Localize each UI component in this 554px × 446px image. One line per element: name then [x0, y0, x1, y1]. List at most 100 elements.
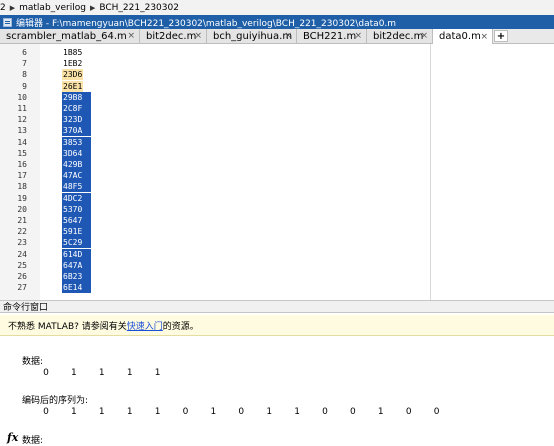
code-text[interactable]: 3D64	[62, 147, 91, 159]
code-line[interactable]: 10 29B8	[0, 91, 430, 103]
code-line[interactable]: 16 429B	[0, 159, 430, 170]
code-text[interactable]: 23D6	[62, 69, 84, 81]
close-icon[interactable]: ×	[284, 31, 292, 41]
code-line[interactable]: 15 3D64	[0, 147, 430, 159]
output-value: 1	[126, 407, 133, 417]
tab-data0[interactable]: data0.m ×	[433, 29, 493, 44]
code-text[interactable]: 3853	[62, 136, 91, 148]
tab-label: bit2dec.m	[373, 30, 424, 42]
line-number: 13	[17, 126, 27, 136]
tab-bch221[interactable]: BCH221.m ×	[297, 29, 367, 43]
output-value: 1	[71, 368, 77, 378]
line-number: 11	[17, 104, 27, 113]
breadcrumb-arrow-icon: ▶	[89, 3, 96, 12]
command-window-header: 命令行窗口	[0, 300, 554, 313]
close-icon[interactable]: ×	[480, 32, 488, 42]
code-line[interactable]: 11 2C8F	[0, 103, 430, 114]
code-text[interactable]: 591E	[62, 226, 91, 238]
code-line[interactable]: 8 23D6	[0, 69, 430, 81]
output-value: 1	[98, 407, 105, 417]
code-line[interactable]: 12 323D	[0, 114, 430, 126]
output-value: 1	[266, 407, 273, 417]
output-value: 0	[43, 407, 49, 417]
code-line[interactable]: 20 5370	[0, 203, 430, 215]
code-editor[interactable]: 6 1B85 7 1EB2 8 23D6 9 26E1 10 29B8 11 2C8F 12 323D 13…	[0, 44, 554, 300]
code-text[interactable]: 370A	[62, 125, 91, 137]
code-line[interactable]: 6 1B85	[0, 47, 430, 58]
command-window-output[interactable]: 数据: 0 1 1 1 1 编码后的序列为: 0 1 1 1 1 0 1 0 1 1 0 0 1 0 0 fx 数据…	[0, 336, 554, 446]
code-text[interactable]: 323D	[62, 114, 91, 126]
code-text[interactable]: 1EB2	[62, 58, 83, 69]
code-line[interactable]: 18 48F5	[0, 181, 430, 193]
code-line[interactable]: 17 47AC	[0, 170, 430, 182]
output-value: 0	[433, 407, 440, 417]
close-icon[interactable]: ×	[194, 31, 202, 41]
breadcrumb-arrow-icon: ▶	[9, 3, 16, 12]
code-text[interactable]: 29B8	[62, 91, 91, 103]
output-value: 1	[377, 407, 384, 417]
line-number: 20	[17, 204, 27, 214]
output-value: 1	[126, 368, 133, 378]
close-icon[interactable]: ×	[420, 31, 428, 41]
output-value: 1	[71, 407, 77, 417]
tab-bit2dec-2[interactable]: bit2dec.m ×	[367, 29, 433, 43]
code-text[interactable]: 5647	[62, 215, 91, 226]
output-value: 0	[350, 407, 356, 417]
add-tab-button[interactable]: +	[494, 30, 508, 42]
output-label-data: 数据:	[22, 357, 44, 367]
line-number: 14	[17, 137, 27, 147]
code-text[interactable]: 48F5	[62, 181, 91, 193]
line-number: 26	[17, 272, 27, 281]
breadcrumb-prefix: 2	[0, 2, 6, 13]
getting-started-link[interactable]: 快速入门	[127, 319, 163, 332]
code-text[interactable]: 6B23	[62, 271, 91, 282]
code-line[interactable]: 9 26E1	[0, 80, 430, 92]
code-line[interactable]: 21 5647	[0, 215, 430, 226]
line-number: 16	[17, 160, 27, 169]
tab-scrambler-matlab-64[interactable]: scrambler_matlab_64.m ×	[0, 29, 140, 43]
command-window-title: 命令行窗口	[3, 303, 49, 313]
close-icon[interactable]: ×	[127, 31, 135, 41]
close-icon[interactable]: ×	[354, 31, 362, 41]
code-line[interactable]: 23 5C29	[0, 237, 430, 249]
tab-label: data0.m	[439, 31, 481, 42]
breadcrumb-item[interactable]: BCH_221_230302	[99, 3, 179, 13]
code-line[interactable]: 13 370A	[0, 125, 430, 137]
output-value: 1	[98, 368, 105, 378]
code-text[interactable]: 6E14	[62, 282, 91, 294]
output-value: 1	[294, 407, 300, 417]
code-line[interactable]: 25 647A	[0, 259, 430, 271]
code-text[interactable]: 26E1	[62, 80, 84, 92]
code-text[interactable]: 2C8F	[62, 103, 91, 114]
code-text[interactable]: 1B85	[62, 47, 83, 58]
code-text[interactable]: 647A	[62, 259, 91, 271]
tab-bch-guiyihua[interactable]: bch_guiyihua.m ×	[207, 29, 297, 43]
code-line[interactable]: 7 1EB2	[0, 58, 430, 69]
line-number: 19	[17, 193, 27, 203]
line-number: 8	[22, 70, 27, 80]
code-text[interactable]: 4DC2	[62, 192, 91, 204]
fx-icon[interactable]: fx	[7, 431, 18, 444]
code-line[interactable]: 27 6E14	[0, 282, 430, 294]
line-number: 27	[17, 283, 27, 293]
code-line[interactable]: 22 591E	[0, 226, 430, 238]
code-line[interactable]: 26 6B23	[0, 271, 430, 282]
code-text[interactable]: 5C29	[62, 237, 91, 249]
code-text[interactable]: 429B	[62, 159, 91, 170]
code-line[interactable]: 24 614D	[0, 248, 430, 260]
code-text[interactable]: 47AC	[62, 170, 91, 182]
code-line[interactable]: 14 3853	[0, 136, 430, 148]
code-text[interactable]: 614D	[62, 248, 91, 260]
editor-title-bar: 编辑器 - F:\mamengyuan\BCH221_230302\matlab…	[0, 15, 554, 29]
line-number: 10	[17, 92, 27, 102]
output-value: 0	[182, 407, 189, 417]
tab-bit2dec[interactable]: bit2dec.m ×	[140, 29, 207, 43]
line-number: 22	[17, 227, 27, 237]
editor-tabs: scrambler_matlab_64.m × bit2dec.m × bch_…	[0, 29, 554, 44]
code-text[interactable]: 5370	[62, 203, 91, 215]
line-number: 17	[17, 171, 27, 181]
code-line[interactable]: 19 4DC2	[0, 192, 430, 204]
output-value: 1	[154, 407, 161, 417]
line-number: 15	[17, 148, 27, 158]
breadcrumb-item[interactable]: matlab_verilog	[19, 3, 86, 13]
